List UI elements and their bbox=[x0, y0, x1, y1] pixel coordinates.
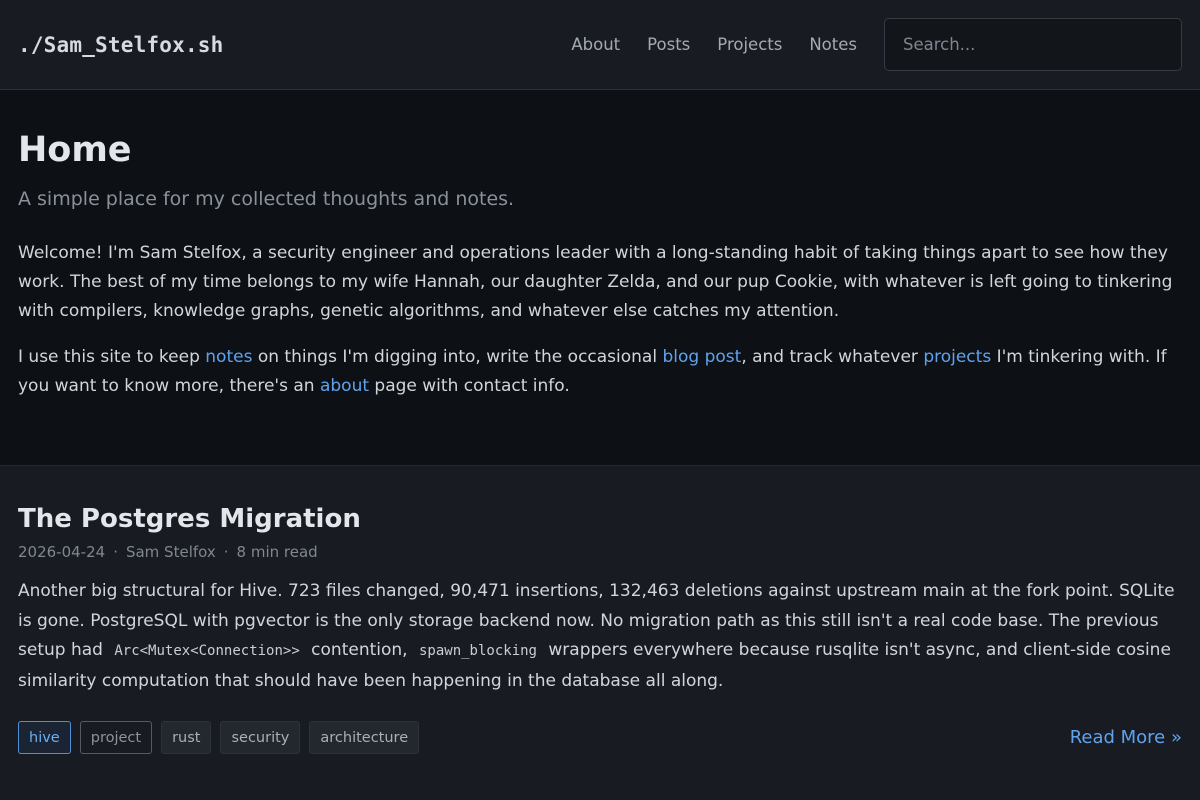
inline-code: Arc<Mutex<Connection>> bbox=[114, 643, 300, 659]
meta-separator: · bbox=[113, 543, 118, 561]
search-placeholder: Search... bbox=[903, 35, 976, 54]
page-title: Home bbox=[18, 130, 132, 170]
hero-section: Home A simple place for my collected tho… bbox=[0, 90, 1200, 465]
notes-link[interactable]: notes bbox=[205, 347, 252, 367]
site-logo[interactable]: ./Sam_Stelfox.sh bbox=[18, 33, 224, 57]
tag-architecture[interactable]: architecture bbox=[309, 721, 420, 754]
blog-post-link[interactable]: blog post bbox=[662, 347, 741, 367]
intro-text: on things I'm digging into, write the oc… bbox=[252, 347, 663, 367]
welcome-paragraph: Welcome! I'm Sam Stelfox, a security eng… bbox=[18, 243, 1173, 321]
nav-link-projects[interactable]: Projects bbox=[717, 35, 782, 54]
nav-link-posts[interactable]: Posts bbox=[647, 35, 690, 54]
intro-paragraph: I use this site to keep notes on things … bbox=[18, 343, 1182, 401]
inline-code: spawn_blocking bbox=[418, 643, 537, 659]
post-read-time: 8 min read bbox=[236, 543, 318, 561]
post-title[interactable]: The Postgres Migration bbox=[18, 502, 1182, 536]
tag-rust[interactable]: rust bbox=[161, 721, 212, 754]
post-excerpt: Another big structural for Hive. 723 fil… bbox=[18, 577, 1182, 696]
projects-link[interactable]: projects bbox=[923, 347, 991, 367]
tag-security[interactable]: security bbox=[220, 721, 301, 754]
post-meta: 2026-04-24 · Sam Stelfox · 8 min read bbox=[18, 541, 1182, 563]
page-subtitle: A simple place for my collected thoughts… bbox=[18, 188, 515, 210]
intro-text: I use this site to keep bbox=[18, 347, 206, 367]
nav-link-notes[interactable]: Notes bbox=[809, 35, 857, 54]
intro-text: page with contact info. bbox=[369, 376, 570, 396]
nav-link-about[interactable]: About bbox=[571, 35, 620, 54]
post-footer: hive project rust security architecture … bbox=[18, 721, 1182, 754]
post-card: The Postgres Migration 2026-04-24 · Sam St… bbox=[0, 465, 1200, 800]
meta-separator: · bbox=[223, 543, 229, 561]
excerpt-text: contention, bbox=[305, 640, 413, 660]
about-link[interactable]: about bbox=[320, 376, 369, 396]
intro-text: , and track whatever bbox=[741, 347, 924, 367]
main-nav: About Posts Projects Notes Search... bbox=[571, 18, 1182, 71]
tag-hive[interactable]: hive bbox=[18, 721, 71, 754]
post-date: 2026-04-24 bbox=[18, 543, 106, 561]
search-input[interactable]: Search... bbox=[884, 18, 1182, 71]
read-more-link[interactable]: Read More » bbox=[1070, 727, 1182, 748]
site-header: ./Sam_Stelfox.sh About Posts Projects No… bbox=[0, 0, 1200, 90]
tag-project[interactable]: project bbox=[79, 721, 153, 754]
post-author: Sam Stelfox bbox=[125, 543, 216, 561]
